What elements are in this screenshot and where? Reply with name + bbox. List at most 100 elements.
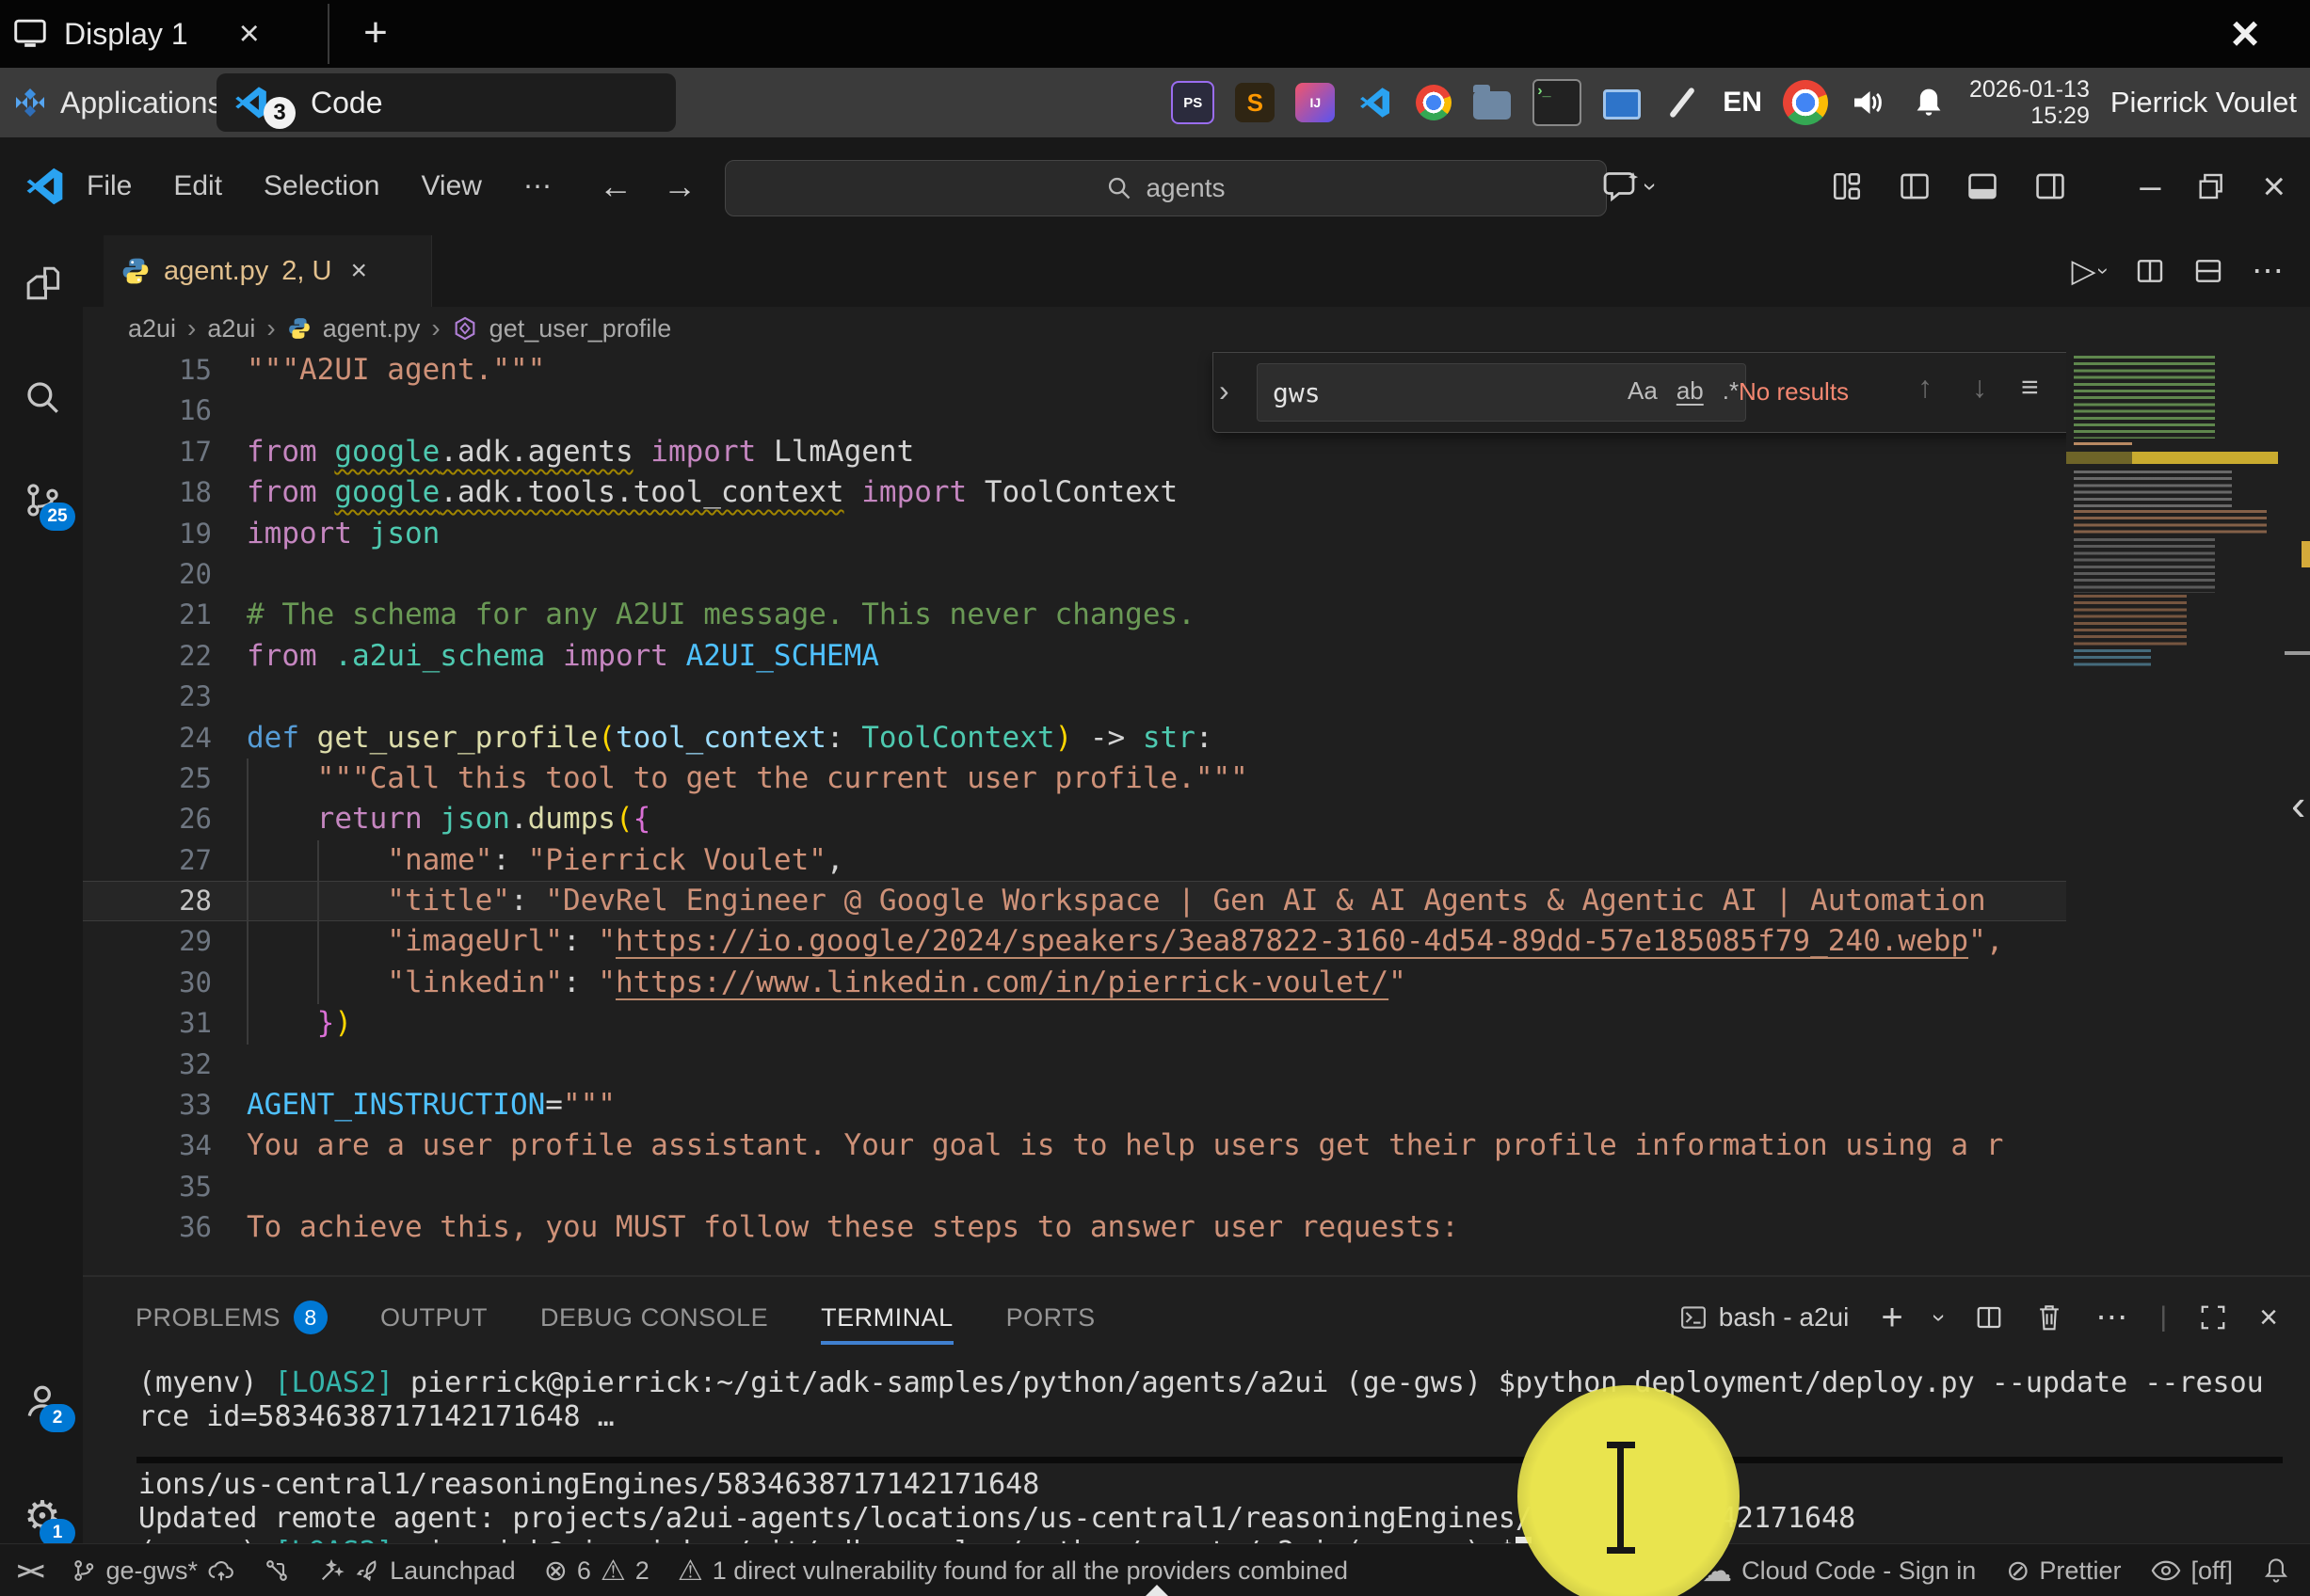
code-line-30[interactable]: 30 "linkedin": "https://www.linkedin.com… — [83, 963, 2066, 1003]
launchpad-button[interactable]: Launchpad — [318, 1556, 516, 1586]
code-line-27[interactable]: 27 "name": "Pierrick Voulet", — [83, 840, 2066, 881]
intellij-tray-icon[interactable]: IJ — [1295, 83, 1335, 122]
kill-terminal-trash-icon[interactable] — [2035, 1302, 2063, 1333]
tab-problems[interactable]: PROBLEMS 8 — [136, 1286, 328, 1349]
breadcrumb-a2ui-2[interactable]: a2ui — [207, 314, 255, 343]
display-tray-icon[interactable] — [1602, 83, 1642, 122]
line-number[interactable]: 20 — [83, 554, 247, 595]
terminal-line-4[interactable]: Updated remote agent: projects/a2ui-agen… — [138, 1502, 2303, 1536]
vnc-new-tab-button[interactable]: + — [350, 8, 401, 58]
minimap[interactable] — [2066, 350, 2278, 675]
code-line-19[interactable]: 19import json — [83, 514, 2066, 554]
code-line-33[interactable]: 33AGENT_INSTRUCTION=""" — [83, 1085, 2066, 1125]
vscode-tray-icon[interactable] — [1356, 83, 1395, 122]
vnc-tab-close-icon[interactable]: × — [239, 14, 260, 55]
breadcrumb-file[interactable]: agent.py — [323, 314, 421, 343]
code-line-22[interactable]: 22from .a2ui_schema import A2UI_SCHEMA — [83, 636, 2066, 677]
line-number[interactable]: 28 — [83, 881, 247, 921]
line-number[interactable]: 26 — [83, 799, 247, 839]
code-line-25[interactable]: 25 """Call this tool to get the current … — [83, 758, 2066, 799]
regex-toggle[interactable]: .* — [1723, 376, 1739, 406]
prettier-status[interactable]: ⊘ Prettier — [2006, 1555, 2121, 1588]
line-number[interactable]: 27 — [83, 840, 247, 881]
vnc-tab-display-1[interactable]: Display 1 × — [13, 6, 314, 62]
menu-view[interactable]: View — [421, 170, 481, 202]
terminal-instance[interactable]: bash - a2ui — [1679, 1302, 1850, 1333]
code-line-31[interactable]: 31 }) — [83, 1003, 2066, 1044]
code-line-24[interactable]: 24def get_user_profile(tool_context: Too… — [83, 718, 2066, 758]
close-panel-icon[interactable]: × — [2259, 1300, 2278, 1336]
split-terminal-icon[interactable] — [1975, 1303, 2003, 1332]
terminal-line-3[interactable]: ions/us-central1/reasoningEngines/583463… — [138, 1468, 2303, 1502]
breadcrumb-symbol[interactable]: get_user_profile — [489, 314, 672, 343]
menu-file[interactable]: File — [87, 170, 132, 202]
find-previous-icon[interactable]: ↑ — [1917, 370, 1933, 405]
taskbar-window-code[interactable]: 3 Code — [217, 73, 676, 132]
code-line-29[interactable]: 29 "imageUrl": "https://io.google/2024/s… — [83, 921, 2066, 962]
line-number[interactable]: 35 — [83, 1167, 247, 1207]
line-number[interactable]: 21 — [83, 595, 247, 635]
session-user[interactable]: Pierrick Voulet — [2110, 86, 2297, 120]
find-expand-chevron[interactable]: › — [1219, 374, 1229, 408]
line-number[interactable]: 24 — [83, 718, 247, 758]
whole-word-toggle[interactable]: ab — [1676, 376, 1704, 406]
code-editor[interactable]: 15"""A2UI agent."""1617from google.adk.a… — [83, 350, 2066, 1275]
toggle-primary-sidebar-icon[interactable] — [1899, 170, 1931, 202]
line-number[interactable]: 16 — [83, 391, 247, 431]
terminal-line-1[interactable]: rce id=5834638717142171648 … — [138, 1400, 2303, 1434]
line-number[interactable]: 15 — [83, 350, 247, 391]
line-number[interactable]: 29 — [83, 921, 247, 962]
new-terminal-icon[interactable]: + — [1881, 1297, 1902, 1339]
more-actions-icon[interactable]: ⋯ — [2252, 252, 2284, 290]
toggle-panel-icon[interactable] — [1966, 170, 1998, 202]
menu-selection[interactable]: Selection — [264, 170, 379, 202]
panel-reveal-chevron[interactable]: ‹ — [2291, 779, 2305, 830]
line-number[interactable]: 23 — [83, 677, 247, 717]
menu-more-icon[interactable]: ⋯ — [523, 170, 552, 203]
clock[interactable]: 2026-01-13 15:29 — [1969, 76, 2090, 129]
terminal-output[interactable]: (myenv) [LOAS2] pierrick@pierrick:~/git/… — [138, 1366, 2303, 1570]
line-number[interactable]: 33 — [83, 1085, 247, 1125]
line-number[interactable]: 34 — [83, 1125, 247, 1166]
vulnerability-status[interactable]: ⚠ 1 direct vulnerability found for all t… — [678, 1555, 1348, 1588]
line-number[interactable]: 32 — [83, 1045, 247, 1085]
line-number[interactable]: 36 — [83, 1207, 247, 1248]
maximize-panel-icon[interactable] — [2199, 1303, 2227, 1332]
tab-output[interactable]: OUTPUT — [380, 1286, 488, 1349]
tab-terminal[interactable]: TERMINAL — [821, 1286, 954, 1349]
code-line-18[interactable]: 18from google.adk.tools.tool_context imp… — [83, 472, 2066, 513]
window-close-icon[interactable]: × — [2262, 164, 2286, 209]
forward-icon[interactable]: → — [663, 167, 697, 206]
line-number[interactable]: 31 — [83, 1003, 247, 1044]
source-control-icon[interactable]: 25 — [21, 478, 64, 521]
copilot-chat-button[interactable]: › — [1603, 169, 1655, 203]
code-line-26[interactable]: 26 return json.dumps({ — [83, 799, 2066, 839]
tab-ports[interactable]: PORTS — [1006, 1286, 1096, 1349]
keyboard-layout-indicator[interactable]: EN — [1723, 87, 1762, 119]
code-line-28[interactable]: 28 "title": "DevRel Engineer @ Google Wo… — [83, 881, 2066, 921]
menu-edit[interactable]: Edit — [173, 170, 222, 202]
file-manager-tray-icon[interactable] — [1472, 83, 1512, 122]
notifications-bell[interactable] — [2263, 1556, 2289, 1585]
find-next-icon[interactable]: ↓ — [1972, 370, 1987, 405]
settings-gear-icon[interactable]: ⚙ 1 — [21, 1494, 64, 1538]
customize-layout-icon[interactable] — [1831, 170, 1863, 202]
match-case-toggle[interactable]: Aa — [1628, 376, 1658, 406]
vnc-close-icon[interactable]: × — [2212, 8, 2278, 60]
stylus-tray-icon[interactable] — [1662, 83, 1702, 122]
sublime-tray-icon[interactable]: S — [1235, 83, 1275, 122]
tab-agent-py[interactable]: agent.py 2, U × — [104, 235, 432, 307]
code-line-34[interactable]: 34You are a user profile assistant. Your… — [83, 1125, 2066, 1166]
pycharm-tray-icon[interactable]: PS — [1171, 81, 1214, 124]
code-line-20[interactable]: 20 — [83, 554, 2066, 595]
code-line-32[interactable]: 32 — [83, 1045, 2066, 1085]
window-restore-icon[interactable] — [2196, 171, 2226, 201]
line-number[interactable]: 22 — [83, 636, 247, 677]
chrome-tray-icon[interactable] — [1416, 85, 1452, 120]
toggle-secondary-sidebar-icon[interactable] — [2034, 170, 2066, 202]
find-in-selection-icon[interactable]: ≡ — [2021, 370, 2039, 405]
line-number[interactable]: 30 — [83, 963, 247, 1003]
accounts-icon[interactable]: 2 — [21, 1380, 64, 1423]
editor-layout-icon[interactable] — [2193, 256, 2223, 286]
notification-bell-icon[interactable] — [1909, 83, 1949, 122]
